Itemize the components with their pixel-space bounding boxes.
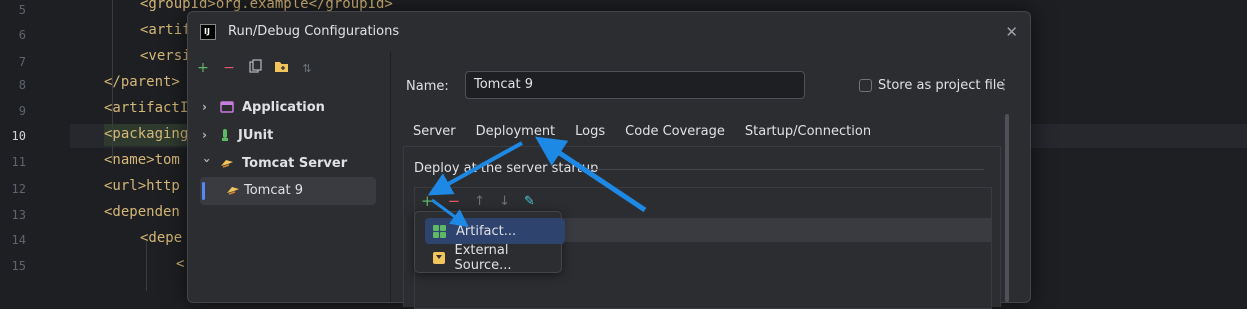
edit-icon[interactable]: ✎ (524, 194, 535, 209)
line-number: 14 (11, 233, 26, 247)
selection-indicator (202, 182, 205, 200)
tree-item-label: Application (242, 99, 325, 115)
scrollbar[interactable] (1005, 114, 1009, 302)
popup-item-artifact[interactable]: Artifact... (425, 218, 565, 244)
deployment-toolbar: + − ↑ ↓ ✎ (421, 192, 535, 210)
tab-logs[interactable]: Logs (565, 120, 615, 144)
deploy-section-label: Deploy at the server startup (414, 161, 599, 176)
move-down-icon[interactable]: ↓ (499, 194, 510, 209)
line-number: 15 (11, 259, 26, 273)
chevron-right-icon: › (202, 128, 207, 142)
add-icon[interactable]: + (421, 192, 434, 210)
code-line[interactable]: <dependen (104, 204, 180, 220)
code-line[interactable]: <url>http (104, 178, 180, 194)
move-up-icon[interactable]: ↑ (474, 194, 485, 209)
remove-icon[interactable]: − (448, 192, 461, 210)
tab-startup-connection[interactable]: Startup/Connection (735, 120, 881, 144)
name-field[interactable]: Tomcat 9 (465, 71, 805, 99)
run-debug-dialog: IJ Run/Debug Configurations ✕ + − ⇅ › Ap… (187, 11, 1031, 309)
line-number: 9 (18, 104, 26, 118)
tree-item-junit[interactable]: › JUnit (202, 122, 273, 148)
name-label: Name: (406, 79, 449, 94)
remove-icon[interactable]: − (222, 60, 236, 76)
junit-icon (222, 129, 228, 141)
dialog-title: Run/Debug Configurations (228, 24, 400, 39)
line-gutter: 5 6 7 8 9 10 11 12 13 14 15 (0, 0, 70, 291)
sort-icon[interactable]: ⇅ (300, 62, 314, 75)
line-number: 7 (18, 55, 26, 69)
tree-item-label: Tomcat Server (242, 155, 348, 171)
popup-item-label: External Source... (454, 243, 512, 273)
popup-item-label: Artifact... (456, 223, 517, 239)
tree-item-label: JUnit (238, 127, 274, 143)
tab-bar: Server Deployment Logs Code Coverage Sta… (403, 120, 881, 150)
line-number: 12 (11, 182, 26, 196)
chevron-right-icon: › (202, 100, 207, 114)
add-deployment-popup: Artifact... External Source... (414, 211, 565, 273)
more-vertical-icon[interactable]: ⋮ (997, 77, 1011, 93)
line-number: 6 (18, 28, 26, 42)
tree-item-label: Tomcat 9 (244, 183, 303, 198)
tree-item-application[interactable]: › Application (202, 94, 325, 120)
chevron-down-icon: › (200, 158, 214, 163)
tomcat-icon (227, 187, 239, 195)
external-source-icon (433, 252, 445, 264)
tree-item-tomcat-server[interactable]: › Tomcat Server (200, 150, 348, 176)
line-number: 5 (18, 3, 26, 17)
folder-icon[interactable] (274, 60, 288, 77)
intellij-logo-icon: IJ (200, 24, 216, 40)
indent-guide (146, 240, 147, 291)
tab-deployment[interactable]: Deployment (466, 120, 566, 150)
store-as-project-checkbox[interactable] (859, 79, 872, 92)
dialog-titlebar[interactable]: IJ Run/Debug Configurations ✕ (188, 12, 1030, 52)
code-line[interactable]: <name>tom (104, 152, 180, 168)
code-line[interactable]: <depe (140, 230, 182, 246)
line-number: 13 (11, 208, 26, 222)
line-number-active: 10 (11, 129, 26, 143)
code-line[interactable]: < (176, 256, 184, 272)
artifact-icon (433, 224, 446, 238)
line-number: 11 (11, 155, 26, 169)
tomcat-icon (221, 160, 233, 168)
section-divider (584, 169, 984, 170)
add-icon[interactable]: + (196, 60, 210, 76)
close-icon[interactable]: ✕ (1005, 23, 1018, 41)
code-line[interactable]: <packaging> (104, 126, 197, 142)
line-number: 8 (18, 78, 26, 92)
application-icon (220, 101, 234, 113)
code-line[interactable]: </parent> (104, 74, 180, 90)
tab-server[interactable]: Server (403, 120, 466, 144)
copy-icon[interactable] (248, 59, 262, 77)
configurations-sidebar: + − ⇅ › Application › JUnit › Tomcat Ser… (188, 52, 391, 302)
sidebar-toolbar: + − ⇅ (196, 58, 314, 78)
tab-code-coverage[interactable]: Code Coverage (615, 120, 735, 144)
store-as-project-label[interactable]: Store as project file (878, 78, 1004, 93)
popup-item-external-source[interactable]: External Source... (425, 243, 565, 273)
